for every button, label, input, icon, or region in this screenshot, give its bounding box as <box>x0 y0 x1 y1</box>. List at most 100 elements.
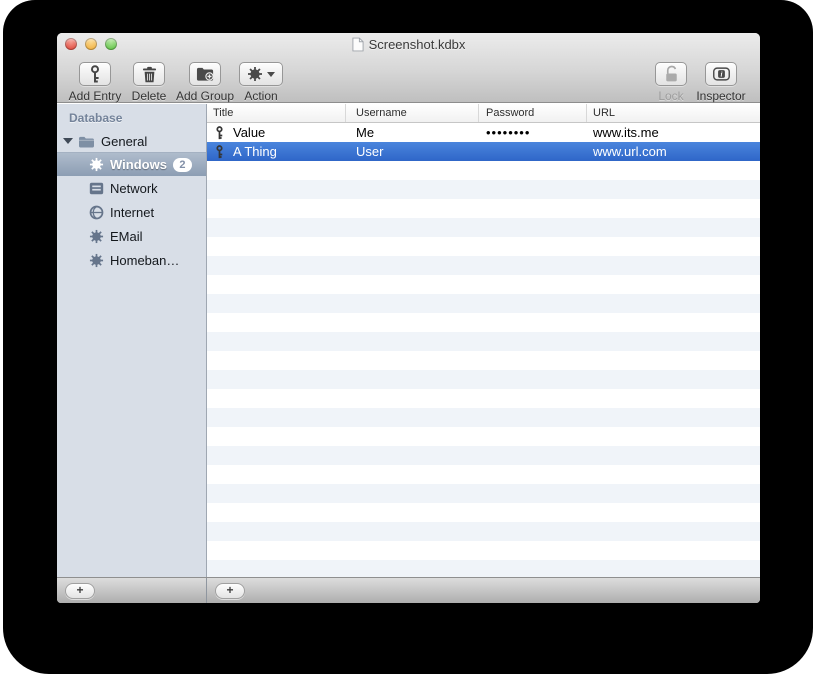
delete-label: Delete <box>131 89 167 103</box>
title-bar[interactable]: Screenshot.kdbx <box>57 33 760 55</box>
gear-icon <box>88 157 104 172</box>
sidebar-item-homeban[interactable]: Homeban… <box>57 248 206 272</box>
gear-icon <box>88 253 104 268</box>
action-toolbar-group: Action <box>237 62 285 103</box>
column-header-password[interactable]: Password <box>479 104 587 122</box>
table-header-row: Title Username Password URL <box>207 104 760 123</box>
sidebar-item-email[interactable]: EMail <box>57 224 206 248</box>
add-entry-label: Add Entry <box>68 89 122 103</box>
action-menu-button[interactable] <box>239 62 283 86</box>
add-group-button[interactable] <box>189 62 221 86</box>
column-header-url[interactable]: URL <box>587 104 760 122</box>
lock-toolbar-group: Lock <box>651 62 691 103</box>
cell-title: Value <box>207 125 346 140</box>
close-window-button[interactable] <box>65 38 77 50</box>
table-row-empty[interactable] <box>207 560 760 577</box>
gear-icon <box>247 66 263 82</box>
table-row-empty[interactable] <box>207 446 760 465</box>
table-row[interactable]: Value Me •••••••• www.its.me <box>207 123 760 142</box>
folder-plus-icon <box>196 66 215 82</box>
key-icon <box>214 144 225 159</box>
traffic-lights <box>65 38 117 50</box>
delete-button[interactable] <box>133 62 165 86</box>
sidebar-item-label: EMail <box>110 228 143 244</box>
column-header-title[interactable]: Title <box>207 104 346 122</box>
cell-url: www.url.com <box>593 144 667 159</box>
table-row-empty[interactable] <box>207 503 760 522</box>
sidebar-item-internet[interactable]: Internet <box>57 200 206 224</box>
add-entry-plus-button[interactable]: + <box>215 582 245 599</box>
network-icon <box>88 182 104 195</box>
sidebar-item-windows[interactable]: Windows 2 <box>57 152 206 176</box>
table-row-empty[interactable] <box>207 408 760 427</box>
sidebar-item-label: Windows <box>110 157 167 172</box>
count-badge: 2 <box>172 157 192 172</box>
sidebar-items: Windows 2 Network Internet EMail Homeban… <box>57 152 206 272</box>
window-title: Screenshot.kdbx <box>368 36 466 52</box>
group-sidebar: Database General Windows 2 Network Internet… <box>57 104 207 577</box>
sidebar-item-network[interactable]: Network <box>57 176 206 200</box>
table-row-empty[interactable] <box>207 161 760 180</box>
cell-username: Me <box>356 125 375 140</box>
cell-title: A Thing <box>207 144 346 159</box>
table-row-empty[interactable] <box>207 370 760 389</box>
chevron-down-icon <box>267 71 275 77</box>
table-row-empty[interactable] <box>207 465 760 484</box>
cell-password: •••••••• <box>486 125 531 140</box>
table-row-empty[interactable] <box>207 313 760 332</box>
table-row-empty[interactable] <box>207 237 760 256</box>
sidebar-section-header: Database <box>69 111 123 125</box>
table-row-empty[interactable] <box>207 332 760 351</box>
inspector-button[interactable]: i <box>705 62 737 86</box>
lock-button[interactable] <box>655 62 687 86</box>
content-area: Database General Windows 2 Network Internet… <box>57 104 760 577</box>
cell-url: www.its.me <box>593 125 659 140</box>
window-title-area: Screenshot.kdbx <box>57 33 760 55</box>
sidebar-item-general[interactable]: General <box>57 130 206 152</box>
sidebar-item-label: General <box>101 133 148 149</box>
table-row-empty[interactable] <box>207 275 760 294</box>
table-row-empty[interactable] <box>207 294 760 313</box>
lock-label: Lock <box>658 89 684 103</box>
add-group-plus-button[interactable]: + <box>65 582 95 599</box>
table-row[interactable]: A Thing User www.url.com <box>207 142 760 161</box>
sidebar-item-label: Network <box>110 180 158 196</box>
sidebar-item-label: Internet <box>110 204 155 220</box>
add-entry-button[interactable] <box>79 62 111 86</box>
table-row-empty[interactable] <box>207 256 760 275</box>
bottom-bar: + + <box>57 577 760 603</box>
table-row-empty[interactable] <box>207 484 760 503</box>
key-icon <box>89 64 101 84</box>
table-row-empty[interactable] <box>207 199 760 218</box>
table-row-empty[interactable] <box>207 541 760 560</box>
sidebar-footer: + <box>57 578 207 603</box>
gear-icon <box>88 229 104 244</box>
screenshot: Screenshot.kdbx Add Entry Delete Add Gro… <box>0 0 816 685</box>
inspector-toolbar-group: i Inspector <box>692 62 750 103</box>
add-group-toolbar-group: Add Group <box>173 62 237 103</box>
app-window: Screenshot.kdbx Add Entry Delete Add Gro… <box>57 33 760 603</box>
table-body: Value Me •••••••• www.its.me A Thing User www.… <box>207 123 760 577</box>
window-header: Screenshot.kdbx Add Entry Delete Add Gro… <box>57 33 760 103</box>
delete-toolbar-group: Delete <box>127 62 171 103</box>
table-row-empty[interactable] <box>207 389 760 408</box>
globe-icon <box>88 205 104 220</box>
table-row-empty[interactable] <box>207 180 760 199</box>
table-row-empty[interactable] <box>207 427 760 446</box>
folder-icon <box>78 135 95 148</box>
minimize-window-button[interactable] <box>85 38 97 50</box>
lock-open-icon <box>664 65 679 83</box>
svg-text:i: i <box>720 70 722 78</box>
table-row-empty[interactable] <box>207 522 760 541</box>
sidebar-item-label: Homeban… <box>110 252 180 268</box>
entry-table: Title Username Password URL Value Me •••••… <box>207 104 760 577</box>
column-header-username[interactable]: Username <box>346 104 479 122</box>
table-row-empty[interactable] <box>207 218 760 237</box>
key-icon <box>214 125 225 140</box>
disclosure-triangle-icon[interactable] <box>63 138 73 144</box>
document-icon <box>352 37 364 52</box>
cell-username: User <box>356 144 384 159</box>
entry-title: Value <box>233 125 266 140</box>
table-row-empty[interactable] <box>207 351 760 370</box>
zoom-window-button[interactable] <box>105 38 117 50</box>
